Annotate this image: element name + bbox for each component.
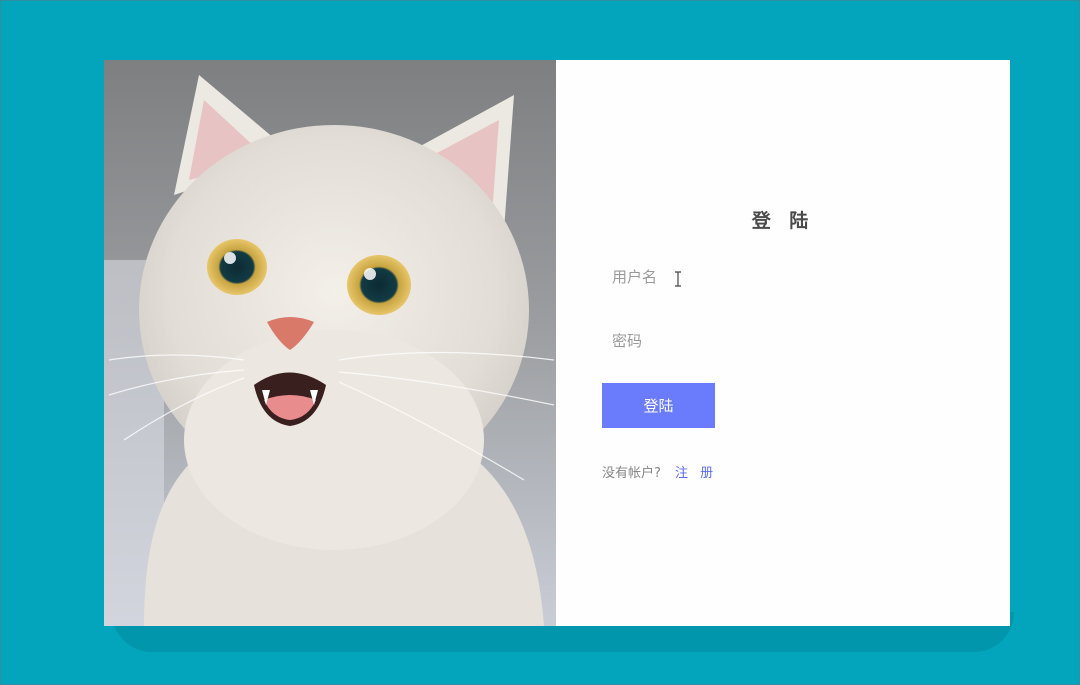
password-input[interactable] [602, 322, 902, 360]
login-title: 登 陆 [751, 210, 815, 232]
register-row: 没有帐户? 注 册 [602, 462, 717, 481]
login-button[interactable]: 登陆 [602, 383, 715, 428]
cat-illustration [104, 60, 556, 626]
i-beam-cursor-icon [675, 271, 681, 287]
login-card: 登 陆 登陆 没有帐户? 注 册 [104, 60, 1010, 626]
register-link[interactable]: 注 册 [675, 466, 717, 481]
cat-photo [104, 60, 556, 626]
register-prompt: 没有帐户? [602, 466, 661, 481]
username-input[interactable] [602, 258, 902, 296]
login-form: 登 陆 登陆 没有帐户? 注 册 [556, 60, 1010, 626]
